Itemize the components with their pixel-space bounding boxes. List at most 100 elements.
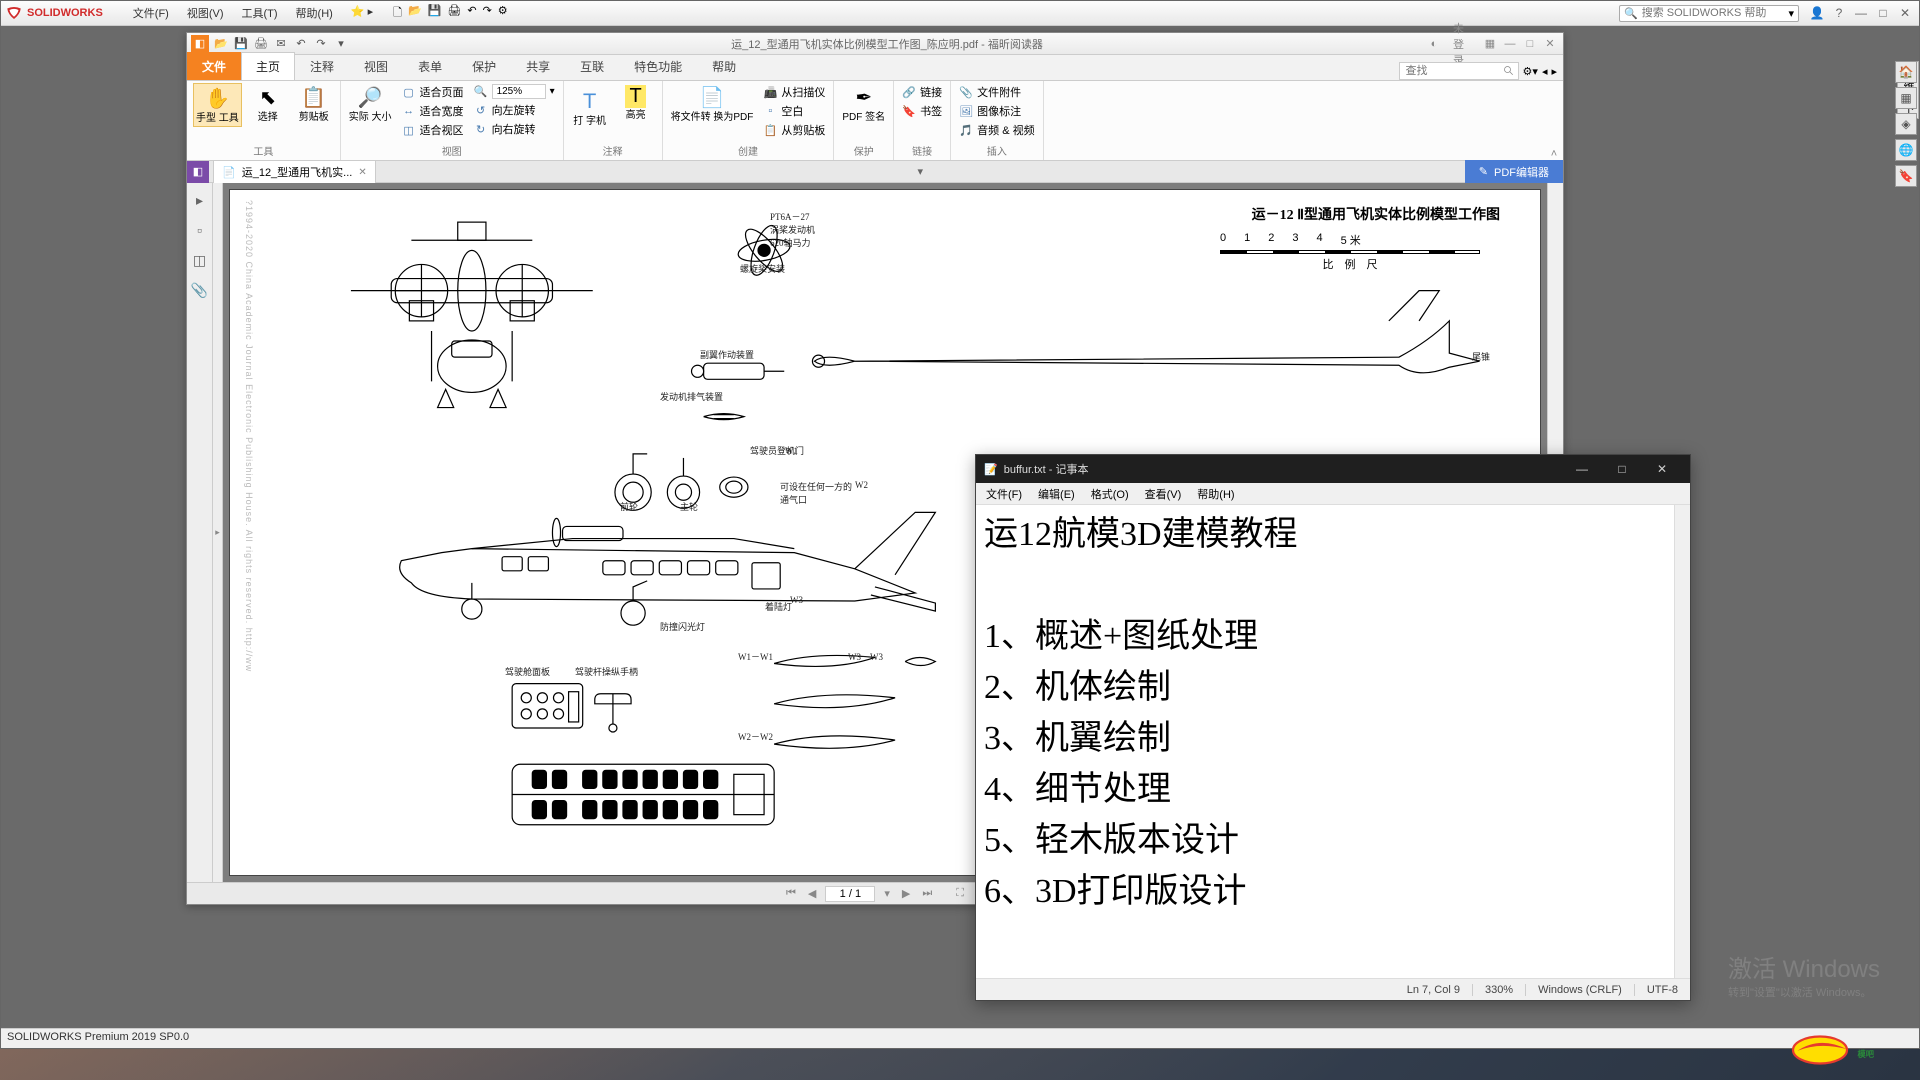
rotate-right-button[interactable]: ↻向右旋转 — [472, 120, 557, 138]
prev-page-icon[interactable]: ◀ — [805, 887, 819, 900]
np-menu-view[interactable]: 查看(V) — [1139, 484, 1188, 504]
highlight-button[interactable]: T高亮 — [616, 83, 656, 123]
find-prev-icon[interactable]: ◂ — [1542, 65, 1548, 78]
page-number-input[interactable] — [825, 886, 875, 902]
audio-video-button[interactable]: 🎵音频 & 视频 — [957, 121, 1036, 139]
pdf-editor-button[interactable]: ✎PDF编辑器 — [1465, 160, 1563, 184]
print-icon[interactable]: 🖨 — [447, 4, 461, 23]
qat-save-icon[interactable]: 💾 — [233, 36, 249, 52]
zoom-combo[interactable]: 🔍125%▾ — [472, 83, 557, 100]
find-options-icon[interactable]: ⚙▾ — [1523, 65, 1538, 78]
ribbon-tab-help[interactable]: 帮助 — [697, 52, 751, 80]
nav-expand-icon[interactable]: ▸ — [191, 191, 209, 209]
new-icon[interactable]: 🗋 — [393, 4, 402, 23]
nav-layers-icon[interactable]: ◫ — [191, 251, 209, 269]
find-next-icon[interactable]: ▸ — [1551, 65, 1557, 78]
ribbon-tab-form[interactable]: 表单 — [403, 52, 457, 80]
redo-icon[interactable]: ↷ — [483, 4, 492, 23]
qat-open-icon[interactable]: 📂 — [213, 36, 229, 52]
rotate-left-button[interactable]: ↺向左旋转 — [472, 101, 557, 119]
notepad-titlebar[interactable]: 📝 buffur.txt - 记事本 — □ ✕ — [976, 455, 1690, 483]
typewriter-button[interactable]: Ｔ打 字机 — [570, 83, 610, 129]
sw-search-box[interactable]: 🔍 ▾ — [1619, 5, 1799, 22]
qat-undo-icon[interactable]: ↶ — [293, 36, 309, 52]
foxit-maximize-icon[interactable]: □ — [1521, 37, 1539, 51]
foxit-find-input[interactable] — [1399, 62, 1519, 80]
qat-print-icon[interactable]: 🖨 — [253, 36, 269, 52]
foxit-app-icon[interactable]: ◧ — [191, 35, 209, 53]
hand-tool-button[interactable]: ✋手型 工具 — [193, 83, 242, 127]
rail-home-icon[interactable]: 🏠 — [1895, 61, 1917, 83]
foxit-minimize-icon[interactable]: — — [1501, 37, 1519, 51]
skin-icon[interactable]: ◐ — [1425, 37, 1443, 51]
rail-globe-icon[interactable]: 🌐 — [1895, 139, 1917, 161]
ribbon-mode-icon[interactable]: ▦ — [1481, 37, 1499, 51]
select-tool-button[interactable]: ⬉选择 — [248, 83, 288, 125]
actual-size-button[interactable]: 🔎实际 大小 — [347, 83, 394, 125]
qat-more-icon[interactable]: ▾ — [333, 36, 349, 52]
page-dropdown-icon[interactable]: ▾ — [881, 887, 893, 900]
help-icon[interactable]: ? — [1829, 5, 1849, 21]
qat-redo-icon[interactable]: ↷ — [313, 36, 329, 52]
ribbon-tab-view[interactable]: 视图 — [349, 52, 403, 80]
image-annot-button[interactable]: 🖼图像标注 — [957, 102, 1036, 120]
np-menu-file[interactable]: 文件(F) — [980, 484, 1028, 504]
sw-search-input[interactable] — [1642, 7, 1785, 19]
save-icon[interactable]: 💾 — [428, 4, 442, 23]
doctab-overflow-icon[interactable]: ▾ — [910, 161, 930, 182]
first-page-icon[interactable]: ⏮ — [783, 887, 799, 900]
ribbon-tab-share[interactable]: 共享 — [511, 52, 565, 80]
last-page-icon[interactable]: ⏭ — [919, 887, 935, 900]
link-button[interactable]: 🔗链接 — [900, 83, 944, 101]
bookmark-button[interactable]: 🔖书签 — [900, 102, 944, 120]
snapshot-button[interactable]: 📋剪贴板 — [294, 83, 334, 125]
ribbon-tab-home[interactable]: 主页 — [241, 52, 295, 80]
nav-resize-handle[interactable]: ▸ — [213, 183, 223, 882]
file-attach-button[interactable]: 📎文件附件 — [957, 83, 1036, 101]
ribbon-tab-connect[interactable]: 互联 — [565, 52, 619, 80]
settings-icon[interactable]: ⚙ — [498, 4, 508, 23]
qat-email-icon[interactable]: ✉ — [273, 36, 289, 52]
minimize-icon[interactable]: — — [1851, 5, 1871, 21]
nav-attach-icon[interactable]: 📎 — [191, 281, 209, 299]
notepad-vscrollbar[interactable] — [1674, 505, 1690, 978]
sw-menu-file[interactable]: 文件(F) — [133, 5, 169, 21]
ribbon-tab-comment[interactable]: 注释 — [295, 52, 349, 80]
blank-button[interactable]: ▫空白 — [761, 102, 827, 120]
ribbon-tab-extras[interactable]: 特色功能 — [619, 52, 697, 80]
undo-icon[interactable]: ↶ — [467, 4, 476, 23]
search-dropdown-icon[interactable]: ▾ — [1788, 7, 1794, 20]
rail-badge-icon[interactable]: ◈ — [1895, 113, 1917, 135]
rail-tag-icon[interactable]: 🔖 — [1895, 165, 1917, 187]
fit-visible-button[interactable]: ◫适合视区 — [400, 121, 466, 139]
np-close-icon[interactable]: ✕ — [1642, 455, 1682, 483]
foxit-document-tab[interactable]: 📄 运_12_型通用飞机实... ✕ — [213, 160, 376, 183]
ribbon-tab-protect[interactable]: 保护 — [457, 52, 511, 80]
np-menu-help[interactable]: 帮助(H) — [1191, 484, 1240, 504]
foxit-start-button[interactable]: ◧ — [187, 161, 209, 183]
from-clipboard-button[interactable]: 📋从剪贴板 — [761, 121, 827, 139]
notepad-text-area[interactable]: 运12航模3D建模教程 1、概述+图纸处理 2、机体绘制 3、机翼绘制 4、细节… — [976, 505, 1674, 978]
fit-width-button[interactable]: ↔适合宽度 — [400, 102, 466, 120]
fit-page-button[interactable]: ▢适合页面 — [400, 83, 466, 101]
ribbon-tab-file[interactable]: 文件 — [187, 52, 241, 80]
convert-button[interactable]: 📄将文件转 换为PDF — [669, 83, 756, 125]
open-icon[interactable]: 📂 — [408, 4, 422, 23]
np-maximize-icon[interactable]: □ — [1602, 455, 1642, 483]
foxit-close-icon[interactable]: ✕ — [1541, 37, 1559, 51]
np-menu-format[interactable]: 格式(O) — [1085, 484, 1135, 504]
doctab-close-icon[interactable]: ✕ — [358, 167, 366, 178]
solidworks-menubar[interactable]: 文件(F) 视图(V) 工具(T) 帮助(H) ⭐ ▸ — [133, 5, 373, 21]
page-expand-icon[interactable]: ⛶ — [953, 887, 967, 900]
rail-stack-icon[interactable]: ▦ — [1895, 87, 1917, 109]
user-icon[interactable]: 👤 — [1807, 5, 1827, 21]
sw-menu-help[interactable]: 帮助(H) — [296, 5, 333, 21]
foxit-login-link[interactable]: 未登录 — [1453, 37, 1471, 51]
from-scanner-button[interactable]: 📠从扫描仪 — [761, 83, 827, 101]
pdf-sign-button[interactable]: ✒PDF 签名 — [840, 83, 887, 125]
np-minimize-icon[interactable]: — — [1562, 455, 1602, 483]
nav-pages-icon[interactable]: ▫ — [191, 221, 209, 239]
sw-menu-view[interactable]: 视图(V) — [187, 5, 224, 21]
close-icon[interactable]: ✕ — [1895, 5, 1915, 21]
sw-menu-expand-icon[interactable]: ⭐ ▸ — [351, 5, 373, 21]
